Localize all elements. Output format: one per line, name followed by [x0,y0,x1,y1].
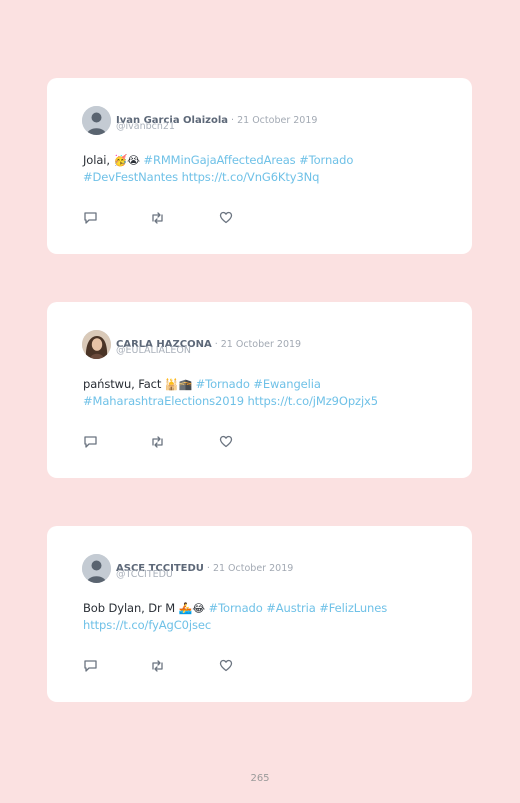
retweet-icon[interactable] [150,659,165,673]
tweet-plain-text: Jolai, [83,153,114,167]
author-handle[interactable]: @ivanbcn21 [116,121,175,132]
tweet-date: 21 October 2019 [212,563,294,574]
avatar[interactable] [82,554,111,583]
retweet-icon[interactable] [150,435,165,449]
tweet-text: Jolai, 🥳😭 #RMMinGajaAffectedAreas #Torna… [83,152,443,185]
tweet-text: Bob Dylan, Dr M 🚣😂 #Tornado #Austria #Fe… [83,600,443,633]
author-handle[interactable]: @TCCITEDU [116,569,173,580]
tweet-plain-text: państwu, Fact [83,377,165,391]
heart-icon[interactable] [219,435,233,448]
tweet-date: 21 October 2019 [220,339,302,350]
tweet-emojis: 🚣😂 [178,602,205,615]
tweet-card: ASCE TCCITEDU · 21 October 2019 @TCCITED… [47,526,472,702]
page-number: 265 [250,773,270,784]
heart-icon[interactable] [219,211,233,224]
tweet-card: Ivan Garcia Olaizola · 21 October 2019 @… [47,78,472,254]
reply-icon[interactable] [83,211,98,225]
tweet-emojis: 🥳😭 [113,154,140,167]
tweet-card: CARLA HAZCONA · 21 October 2019 @EULALIA… [47,302,472,478]
default-user-icon [82,554,111,583]
reply-icon[interactable] [83,659,98,673]
author-handle[interactable]: @EULALIALEON [116,345,191,356]
avatar[interactable] [82,106,111,135]
photo-avatar [82,330,111,359]
default-user-icon [82,106,111,135]
retweet-icon[interactable] [150,211,165,225]
tweet-plain-text: Bob Dylan, Dr M [83,601,179,615]
avatar[interactable] [82,330,111,359]
tweet-text: państwu, Fact 🕌🕋 #Tornado #Ewangelia #Ma… [83,376,443,409]
heart-icon[interactable] [219,659,233,672]
tweet-emojis: 🕌🕋 [164,378,193,391]
tweet-date: 21 October 2019 [237,115,318,126]
reply-icon[interactable] [83,435,98,449]
